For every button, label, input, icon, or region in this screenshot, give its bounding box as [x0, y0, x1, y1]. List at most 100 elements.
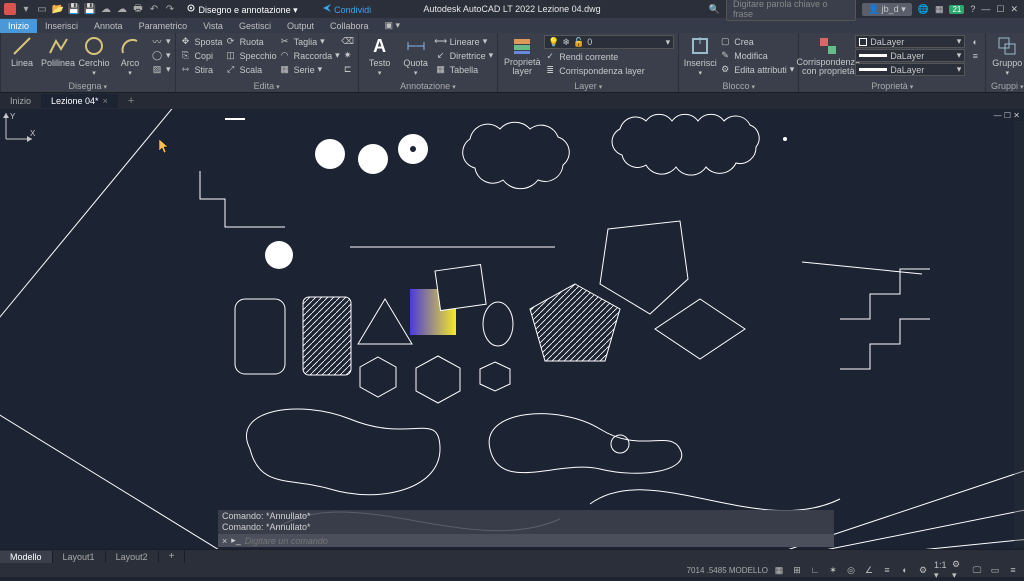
polyline-button[interactable]: Polilinea — [41, 35, 75, 68]
monitor-icon[interactable]: 🖵 — [970, 564, 984, 576]
ribbon-tab-inserisci[interactable]: Inserisci — [37, 19, 86, 33]
ribbon-tab-inizio[interactable]: Inizio — [0, 19, 37, 33]
line-button[interactable]: Linea — [5, 35, 39, 68]
lwt-toggle-icon[interactable]: ≡ — [880, 564, 894, 576]
ortho-toggle-icon[interactable]: ∟ — [808, 564, 822, 576]
text-button[interactable]: A Testo▾ — [363, 35, 397, 77]
layout-tab-add[interactable]: + — [159, 550, 186, 563]
qprops-toggle-icon[interactable]: ⚙ — [916, 564, 930, 576]
scale-button[interactable]: ⤢Scala — [225, 63, 277, 76]
command-window[interactable]: Comando: *Annullato* Comando: *Annullato… — [218, 510, 834, 547]
notification-badge[interactable]: 21 — [949, 5, 964, 14]
user-signin-button[interactable]: 👤 jb_d ▾ — [862, 3, 912, 16]
drawing-canvas[interactable]: — ☐ ✕ Y X Comando: *Annullato* Comando: … — [0, 109, 1024, 549]
layer-dropdown[interactable]: 💡 ❄ 🔓 0▾ — [544, 35, 674, 49]
ribbon-tab-featured[interactable]: ▣ ▾ — [377, 18, 409, 33]
command-close-icon[interactable]: × — [222, 536, 227, 546]
lineweight-combo[interactable]: DaLayer▾ — [855, 49, 965, 62]
trim-button[interactable]: ✂Taglia ▾ — [279, 35, 340, 48]
layout-tab-1[interactable]: Layout1 — [53, 551, 106, 563]
clean-screen-icon[interactable]: ▭ — [988, 564, 1002, 576]
help-icon[interactable]: ? — [970, 4, 975, 14]
panel-title-edita[interactable]: Edita▾ — [180, 80, 354, 92]
move-button[interactable]: ✥Sposta — [180, 35, 223, 48]
qat-plot-icon[interactable]: 🖶 — [132, 3, 144, 15]
create-block-button[interactable]: ▢Crea — [719, 35, 794, 48]
linetype-combo[interactable]: DaLayer▾ — [855, 63, 965, 76]
fillet-button[interactable]: ◠Raccorda ▾ — [279, 49, 340, 62]
qat-menu-dropdown[interactable]: ▾ — [20, 3, 32, 15]
stretch-button[interactable]: ⇿Stira — [180, 63, 223, 76]
offset-button[interactable]: ⊏ — [342, 63, 354, 76]
copy-button[interactable]: ⎘Copi — [180, 49, 223, 62]
annoscale-icon[interactable]: 1:1 ▾ — [934, 564, 948, 576]
panel-title-annotazione[interactable]: Annotazione▾ — [363, 80, 494, 92]
ribbon-tab-collabora[interactable]: Collabora — [322, 19, 377, 33]
array-button[interactable]: ▦Serie ▾ — [279, 63, 340, 76]
hatch-button[interactable]: ▨▾ — [151, 63, 171, 76]
ellipse-button[interactable]: ◯▾ — [151, 49, 171, 62]
command-input[interactable] — [245, 536, 830, 546]
qat-cloud-save-icon[interactable]: ☁ — [116, 3, 128, 15]
mirror-button[interactable]: ◫Specchio — [225, 49, 277, 62]
app-store-icon[interactable]: ▦ — [935, 4, 944, 15]
ribbon-tab-annota[interactable]: Annota — [86, 19, 131, 33]
filetab-start[interactable]: Inizio — [0, 94, 41, 108]
web-icon[interactable]: 🌐 — [918, 4, 929, 15]
qat-saveas-icon[interactable]: 💾 — [84, 3, 96, 15]
edit-block-button[interactable]: ✎Modifica — [719, 49, 794, 62]
match-prop-button[interactable]: Corrispondenza con proprietà — [803, 35, 853, 76]
qat-open-icon[interactable]: 📂 — [52, 3, 64, 15]
qat-save-icon[interactable]: 💾 — [68, 3, 80, 15]
polar-toggle-icon[interactable]: ✶ — [826, 564, 840, 576]
close-icon[interactable]: ✕ — [1010, 4, 1018, 15]
close-tab-icon[interactable]: × — [103, 96, 108, 106]
circle-button[interactable]: Cerchio▾ — [77, 35, 111, 77]
panel-title-blocco[interactable]: Blocco▾ — [683, 80, 794, 92]
explode-button[interactable]: ✷ — [342, 49, 354, 62]
layout-tab-model[interactable]: Modello — [0, 551, 53, 563]
arc-button[interactable]: Arco▾ — [113, 35, 147, 77]
qat-redo-icon[interactable]: ↷ — [164, 3, 176, 15]
osnap-toggle-icon[interactable]: ◎ — [844, 564, 858, 576]
color-combo[interactable]: DaLayer▾ — [855, 35, 965, 48]
spline-button[interactable]: 〰▾ — [151, 35, 171, 48]
layout-tab-2[interactable]: Layout2 — [106, 551, 159, 563]
panel-title-gruppi[interactable]: Gruppi▾ — [990, 80, 1024, 92]
customize-status-icon[interactable]: ≡ — [1006, 564, 1020, 576]
transparency-button[interactable]: ◐ — [969, 35, 981, 48]
panel-title-proprieta[interactable]: Proprietà▾ — [803, 80, 981, 92]
maximize-icon[interactable]: ☐ — [996, 4, 1004, 15]
qat-undo-icon[interactable]: ↶ — [148, 3, 160, 15]
qat-new-icon[interactable]: ▭ — [36, 3, 48, 15]
ribbon-tab-output[interactable]: Output — [279, 19, 322, 33]
snap-toggle-icon[interactable]: ⊞ — [790, 564, 804, 576]
workspace-switcher[interactable]: Disegno e annotazione ▾ — [186, 3, 298, 16]
match-layer-button[interactable]: ≣Corrispondenza layer — [544, 64, 674, 77]
erase-button[interactable]: ⌫ — [342, 35, 354, 48]
help-search-input[interactable]: Digitare parola chiave o frase — [726, 0, 856, 21]
group-button[interactable]: Gruppo▾ — [990, 35, 1024, 77]
grid-toggle-icon[interactable]: ▦ — [772, 564, 786, 576]
qat-cloud-open-icon[interactable]: ☁ — [100, 3, 112, 15]
panel-title-disegna[interactable]: Disegna▾ — [5, 80, 171, 92]
insert-block-button[interactable]: Inserisci▾ — [683, 35, 717, 77]
share-button[interactable]: Condividi — [322, 3, 372, 15]
workspace-status-icon[interactable]: ⚙ ▾ — [952, 564, 966, 576]
transparency-toggle-icon[interactable]: ◐ — [898, 564, 912, 576]
otrack-toggle-icon[interactable]: ∠ — [862, 564, 876, 576]
edit-attr-button[interactable]: ⚙Edita attributi ▾ — [719, 63, 794, 76]
rotate-button[interactable]: ⟳Ruota — [225, 35, 277, 48]
list-button[interactable]: ≡ — [969, 49, 981, 62]
leader-button[interactable]: ↙Direttrice ▾ — [435, 49, 494, 62]
ribbon-tab-gestisci[interactable]: Gestisci — [231, 19, 279, 33]
make-current-button[interactable]: ✓Rendi corrente — [544, 50, 674, 63]
minimize-icon[interactable]: — — [981, 4, 990, 14]
ribbon-tab-parametrico[interactable]: Parametrico — [131, 19, 196, 33]
dim-button[interactable]: Quota▾ — [399, 35, 433, 77]
layer-properties-button[interactable]: Proprietà layer — [502, 35, 542, 76]
panel-title-layer[interactable]: Layer▾ — [502, 80, 674, 92]
filetab-add[interactable]: + — [118, 93, 144, 109]
table-button[interactable]: ▦Tabella — [435, 63, 494, 76]
ribbon-tab-vista[interactable]: Vista — [195, 19, 231, 33]
